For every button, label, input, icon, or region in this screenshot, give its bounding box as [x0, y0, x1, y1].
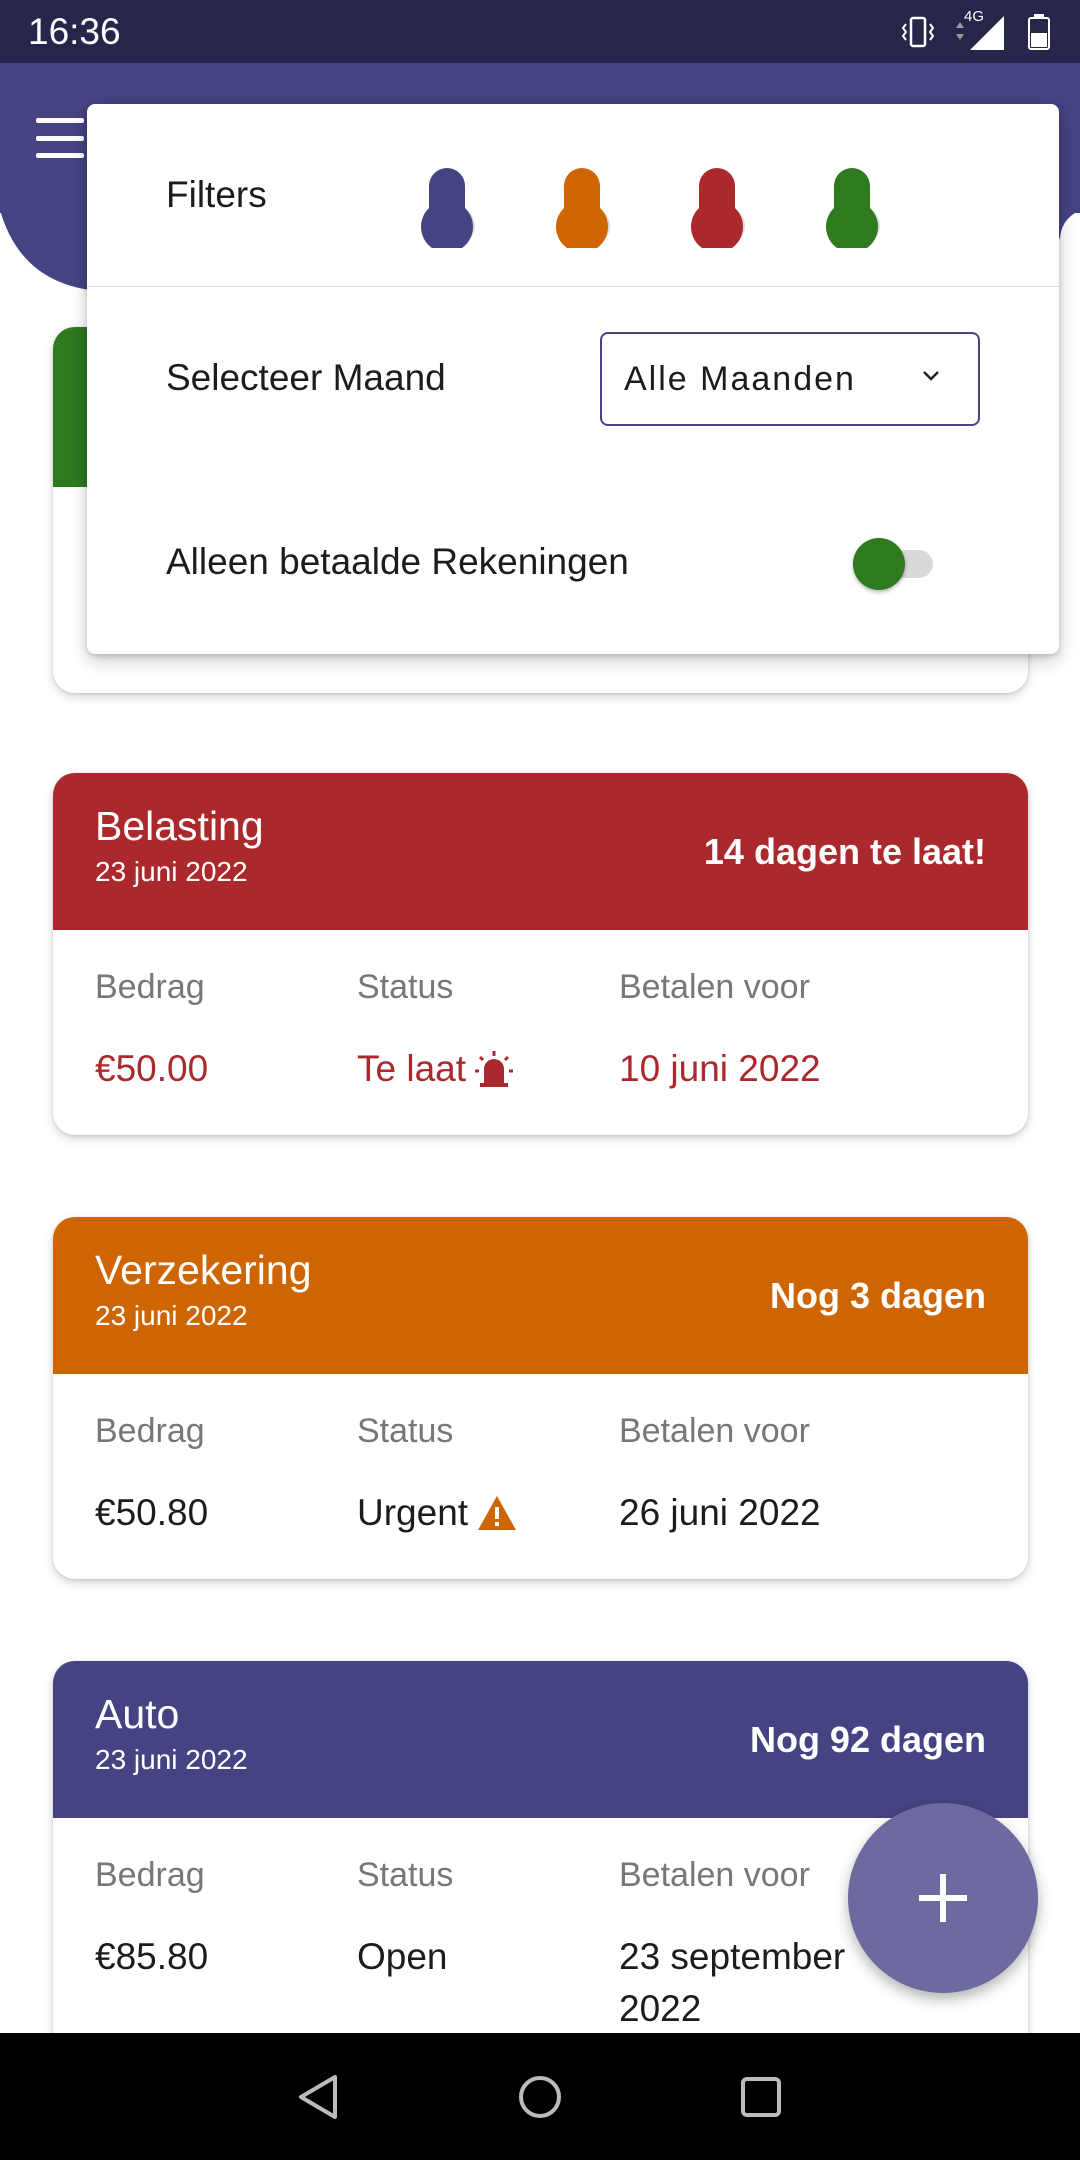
recents-icon[interactable] — [738, 2073, 784, 2121]
amount-label: Bedrag — [95, 1856, 205, 1894]
bill-card-header: Belasting 23 juni 2022 14 dagen te laat! — [53, 773, 1028, 930]
filter-pin-green-icon[interactable] — [824, 164, 880, 248]
add-bill-button[interactable] — [848, 1803, 1038, 1993]
status-value: Urgent — [357, 1487, 518, 1539]
pay-before-label: Betalen voor — [619, 1412, 810, 1450]
vibrate-icon — [901, 16, 935, 47]
system-nav-bar — [0, 2033, 1080, 2160]
filter-row: Filters — [87, 104, 1059, 287]
amount-value: €50.00 — [95, 1048, 209, 1089]
month-select-value: Alle Maanden — [624, 359, 856, 398]
amount-label: Bedrag — [95, 968, 205, 1006]
back-icon[interactable] — [295, 2073, 341, 2121]
status-label: Status — [357, 968, 454, 1006]
paid-only-label: Alleen betaalde Rekeningen — [166, 541, 629, 582]
bill-card[interactable]: Verzekering 23 juni 2022 Nog 3 dagen Bed… — [53, 1217, 1028, 1579]
status-value: Open — [357, 1936, 448, 1977]
filter-pin-purple-icon[interactable] — [419, 164, 475, 248]
toggle-thumb — [853, 538, 905, 590]
bill-card[interactable]: Belasting 23 juni 2022 14 dagen te laat!… — [53, 773, 1028, 1135]
chevron-down-icon — [923, 371, 939, 381]
bill-card-header: Auto 23 juni 2022 Nog 92 dagen — [53, 1661, 1028, 1818]
filter-pin-orange-icon[interactable] — [554, 164, 610, 248]
amount-label: Bedrag — [95, 1412, 205, 1450]
plus-icon — [919, 1874, 967, 1922]
menu-icon[interactable] — [36, 118, 84, 158]
bill-due-text: 14 dagen te laat! — [703, 831, 986, 872]
paid-only-toggle[interactable] — [853, 536, 937, 590]
filters-label: Filters — [166, 174, 267, 215]
bill-due-text: Nog 3 dagen — [769, 1275, 986, 1316]
status-label: Status — [357, 1856, 454, 1894]
amount-value: €85.80 — [95, 1936, 209, 1977]
warning-icon — [478, 1496, 517, 1530]
filter-popup: Filters Selecteer Maand Alle Maanden All… — [87, 104, 1059, 654]
bill-card-body: Bedrag €50.00 Status Te laat Betalen voo… — [53, 930, 1028, 1135]
status-text: Te laat — [357, 1048, 467, 1089]
pay-before-value: 23 september 2022 — [619, 1936, 846, 2029]
header-curve-decoration — [0, 210, 90, 290]
pay-before-label: Betalen voor — [619, 968, 810, 1006]
bill-due-text: Nog 92 dagen — [749, 1719, 986, 1760]
status-time: 16:36 — [28, 10, 121, 52]
filter-pin-red-icon[interactable] — [689, 164, 745, 248]
signal-icon: 4G — [954, 8, 1010, 52]
month-label: Selecteer Maand — [166, 357, 446, 398]
pay-before-value: 26 juni 2022 — [619, 1492, 821, 1533]
siren-icon — [475, 1051, 514, 1087]
status-icons: 4G — [900, 8, 1050, 52]
month-select[interactable]: Alle Maanden — [600, 332, 980, 426]
status-label: Status — [357, 1412, 454, 1450]
bill-card-body: Bedrag €50.80 Status Urgent Betalen voor… — [53, 1374, 1028, 1579]
home-icon[interactable] — [517, 2073, 563, 2121]
pay-before-value: 10 juni 2022 — [619, 1048, 821, 1089]
amount-value: €50.80 — [95, 1492, 209, 1533]
battery-icon — [1028, 13, 1050, 50]
status-value: Te laat — [357, 1043, 514, 1095]
status-text: Urgent — [357, 1492, 469, 1533]
pay-before-label: Betalen voor — [619, 1856, 810, 1894]
bill-card-header: Verzekering 23 juni 2022 Nog 3 dagen — [53, 1217, 1028, 1374]
status-bar: 16:36 4G — [0, 0, 1080, 63]
